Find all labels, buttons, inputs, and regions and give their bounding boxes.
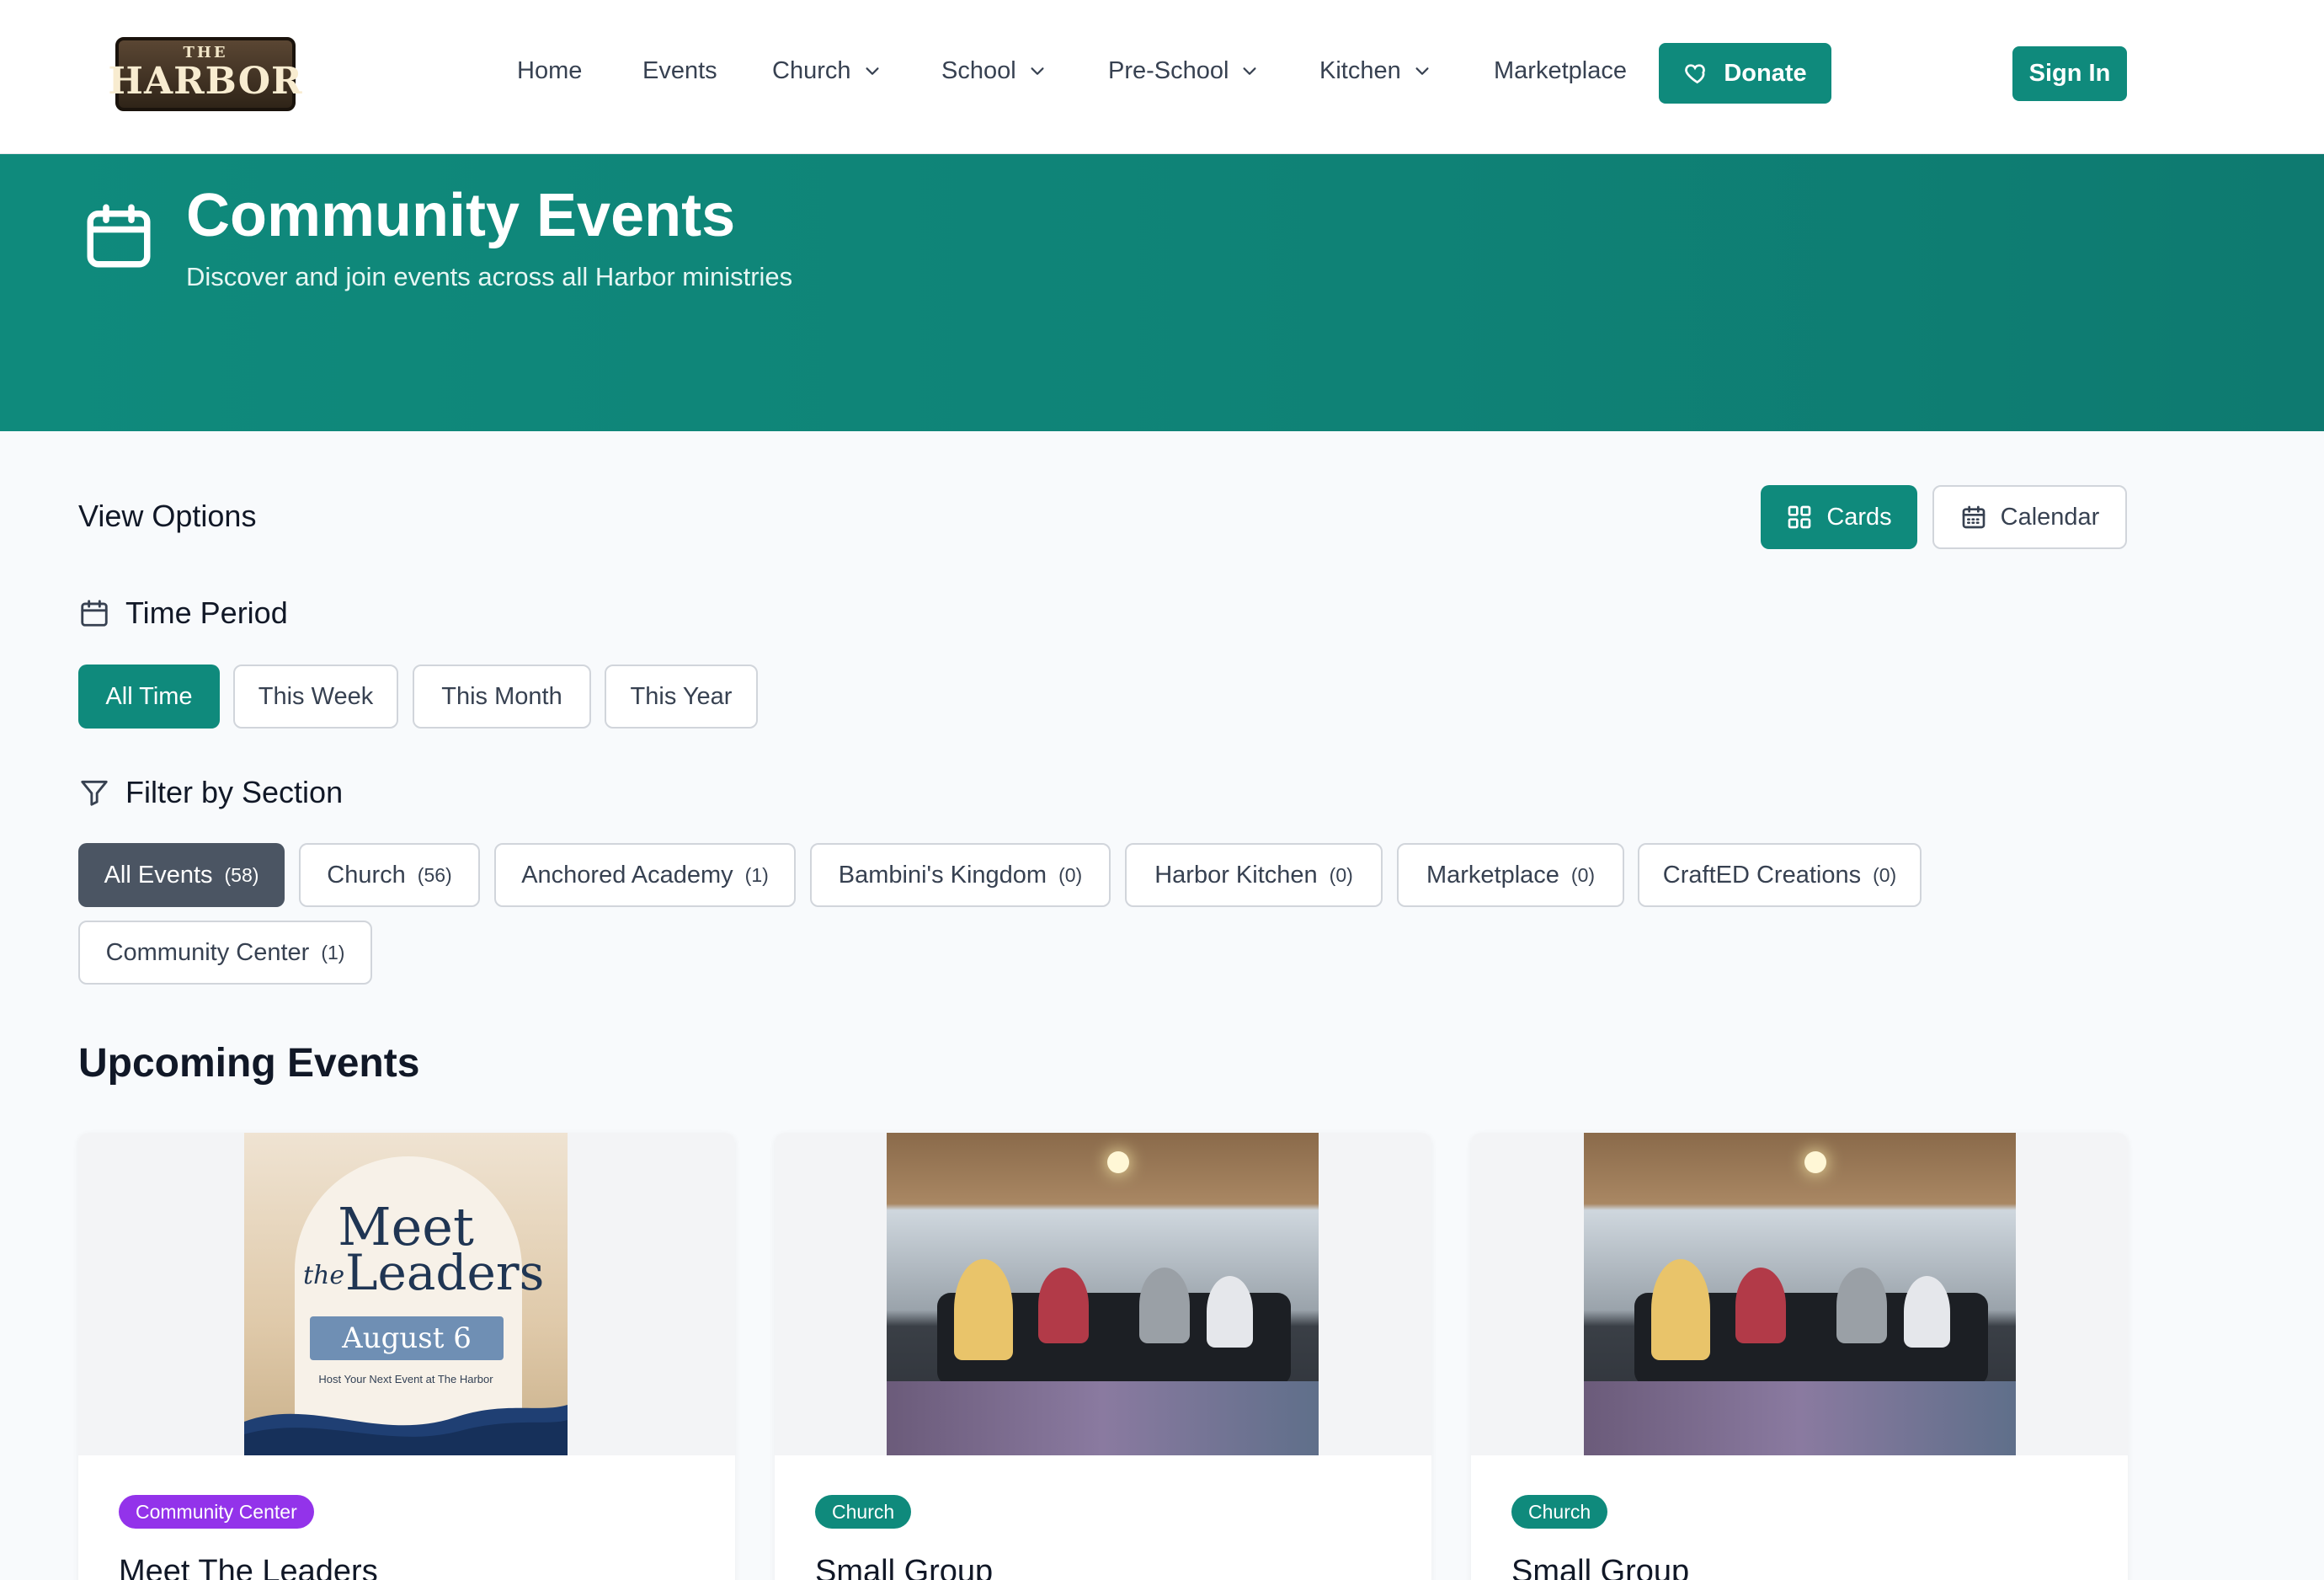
calendar-icon	[81, 600, 108, 627]
filter-option-count: (0)	[1058, 863, 1083, 886]
chevron-down-icon	[1031, 67, 1044, 75]
filter-option-label: Bambini's Kingdom	[838, 861, 1047, 889]
hero-banner: Community Events Discover and join event…	[0, 154, 2324, 431]
filter-all-events[interactable]: All Events (58)	[78, 843, 285, 907]
nav-events[interactable]: Events	[642, 57, 717, 85]
cards-view-label: Cards	[1826, 503, 1892, 531]
event-card[interactable]: Church Small Group	[1471, 1133, 2128, 1580]
filter-option-label: All Events	[104, 861, 213, 889]
nav-church-label: Church	[772, 57, 851, 84]
event-card-media	[1471, 1133, 2128, 1455]
filter-option-count: (1)	[321, 941, 345, 963]
donate-label: Donate	[1724, 59, 1807, 87]
filter-icon	[81, 780, 108, 806]
cards-view-button[interactable]: Cards	[1761, 485, 1917, 549]
sign-in-button[interactable]: Sign In	[2012, 46, 2127, 101]
filter-harbor-kitchen[interactable]: Harbor Kitchen (0)	[1125, 843, 1383, 907]
nav-events-label: Events	[642, 57, 717, 84]
filter-label: Filter by Section	[125, 775, 344, 809]
page-title: Community Events	[186, 182, 736, 249]
filter-option-label: Marketplace	[1426, 861, 1559, 889]
chevron-down-icon	[1243, 67, 1256, 75]
filter-option-label: Church	[327, 861, 406, 889]
time-period-label: Time Period	[125, 595, 288, 630]
nav-marketplace-label: Marketplace	[1494, 57, 1627, 84]
nav-kitchen-label: Kitchen	[1319, 57, 1401, 84]
calendar-view-label: Calendar	[2000, 503, 2100, 531]
event-poster-image: Meet the Leaders August 6 Host Your Next…	[244, 1133, 568, 1455]
filter-option-label: CraftED Creations	[1662, 861, 1862, 889]
filter-option-label: Harbor Kitchen	[1154, 861, 1318, 889]
upcoming-events-heading: Upcoming Events	[78, 1041, 420, 1086]
event-title[interactable]: Small Group	[1511, 1554, 1689, 1580]
donate-button[interactable]: Donate	[1659, 43, 1831, 104]
sign-in-label: Sign In	[2028, 60, 2111, 87]
filter-option-label: Community Center	[105, 938, 310, 966]
harbor-logo[interactable]: THE HARBOR	[108, 37, 302, 111]
time-this-week[interactable]: This Week	[233, 665, 398, 729]
event-card-media: Meet the Leaders August 6 Host Your Next…	[78, 1133, 735, 1455]
top-navbar: THE HARBOR Home Events Church School Pre…	[0, 0, 2324, 154]
filter-option-count: (0)	[1329, 863, 1353, 886]
calendar-icon	[87, 204, 151, 268]
event-card[interactable]: Meet the Leaders August 6 Host Your Next…	[78, 1133, 735, 1580]
event-photo-image	[1584, 1133, 2016, 1455]
event-card[interactable]: Church Small Group	[775, 1133, 1431, 1580]
poster-wave-graphic	[244, 1405, 568, 1455]
chevron-down-icon	[1415, 67, 1429, 75]
calendar-view-button[interactable]: Calendar	[1932, 485, 2127, 549]
section-badge: Church	[815, 1495, 912, 1529]
section-badge: Church	[1511, 1495, 1608, 1529]
event-title[interactable]: Small Group	[815, 1554, 993, 1580]
nav-school-label: School	[941, 57, 1016, 84]
calendar-grid-icon	[1962, 505, 1985, 529]
filter-church[interactable]: Church (56)	[299, 843, 480, 907]
logo-small-text: THE	[183, 44, 228, 61]
filter-anchored-academy[interactable]: Anchored Academy (1)	[494, 843, 796, 907]
time-option-label: All Time	[105, 682, 193, 710]
filter-option-count: (56)	[417, 863, 452, 886]
nav-church[interactable]: Church	[772, 57, 882, 85]
nav-kitchen[interactable]: Kitchen	[1319, 57, 1431, 85]
event-photo-image	[887, 1133, 1319, 1455]
poster-line2b: Leaders	[345, 1244, 545, 1301]
nav-home[interactable]: Home	[517, 57, 582, 85]
time-option-label: This Year	[630, 682, 733, 710]
nav-preschool[interactable]: Pre-School	[1108, 57, 1259, 85]
poster-line2a: the	[303, 1261, 345, 1290]
nav-home-label: Home	[517, 57, 583, 84]
poster-tagline: Host Your Next Event at The Harbor	[318, 1373, 493, 1385]
time-option-label: This Week	[258, 682, 374, 710]
nav-school[interactable]: School	[941, 57, 1047, 85]
nav-marketplace[interactable]: Marketplace	[1494, 57, 1627, 85]
page-subtitle: Discover and join events across all Harb…	[186, 262, 793, 291]
section-badge: Community Center	[119, 1495, 314, 1529]
filter-bambinis-kingdom[interactable]: Bambini's Kingdom (0)	[810, 843, 1111, 907]
grid-icon	[1788, 505, 1811, 529]
filter-marketplace[interactable]: Marketplace (0)	[1397, 843, 1624, 907]
time-all-time[interactable]: All Time	[78, 665, 220, 729]
nav-preschool-label: Pre-School	[1108, 57, 1229, 84]
heart-icon	[1685, 64, 1706, 84]
poster-date: August 6	[310, 1316, 504, 1360]
time-this-year[interactable]: This Year	[605, 665, 758, 729]
filter-crafted-creations[interactable]: CraftED Creations (0)	[1638, 843, 1922, 907]
event-title[interactable]: Meet The Leaders	[119, 1554, 378, 1580]
view-options-heading: View Options	[78, 499, 256, 534]
filter-option-count: (58)	[224, 863, 259, 886]
filter-community-center[interactable]: Community Center (1)	[78, 921, 372, 985]
time-period-heading: Time Period	[78, 595, 288, 631]
logo-main-text: HARBOR	[108, 59, 303, 103]
view-options-label: View Options	[78, 499, 257, 533]
time-this-month[interactable]: This Month	[413, 665, 591, 729]
filter-option-label: Anchored Academy	[521, 861, 733, 889]
time-option-label: This Month	[441, 682, 562, 710]
event-card-media	[775, 1133, 1431, 1455]
chevron-down-icon	[865, 67, 879, 75]
filter-option-count: (0)	[1570, 863, 1596, 886]
filter-heading: Filter by Section	[78, 775, 343, 810]
filter-option-count: (0)	[1873, 863, 1897, 886]
filter-option-count: (1)	[744, 863, 769, 886]
